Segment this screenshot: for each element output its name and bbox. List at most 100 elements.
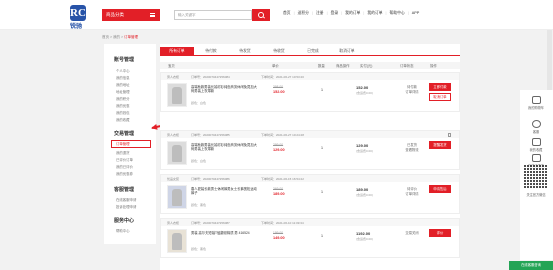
nav-login[interactable]: 登录: [331, 11, 339, 17]
nav-points[interactable]: 送积分: [298, 11, 309, 17]
order-date: 下单时间：2021-06-15 16:54:22: [261, 176, 304, 181]
order-card: 男人衣柜 订单号：2020070447256084 下单时间：2021-06-2…: [160, 72, 460, 112]
product-color: 颜色：白色: [191, 159, 207, 163]
sidebar-item[interactable]: 我的已评价: [116, 164, 133, 169]
support-tool[interactable]: 客服: [526, 120, 546, 134]
nav-app[interactable]: APP: [412, 11, 420, 17]
unit-price: 189.00: [273, 192, 285, 196]
sidebar-item[interactable]: 个人中心: [116, 68, 130, 73]
product-image[interactable]: [167, 141, 187, 165]
site-logo[interactable]: RC 锐驰: [68, 5, 100, 30]
col-price: 单价: [272, 64, 279, 68]
order-number: 订单号：2020070447256085: [191, 132, 230, 137]
sidebar-item[interactable]: 在线客服申请: [116, 197, 136, 202]
sidebar-item[interactable]: 我的退货: [116, 150, 130, 155]
order-header: 男人衣柜 订单号：2020070447256087 下单时间：2021-06-1…: [161, 219, 459, 226]
shop-name[interactable]: 男人衣柜: [167, 75, 179, 79]
crumb-home[interactable]: 首页: [102, 35, 109, 39]
shop-name[interactable]: 优品女装: [167, 177, 179, 181]
trash-icon[interactable]: [448, 132, 451, 137]
order-number: 订单号：2020070447256086: [191, 176, 230, 181]
original-price: 299.00: [273, 143, 284, 147]
nav-register[interactable]: 注册: [316, 11, 324, 17]
tab-unreceived[interactable]: 待收货: [262, 47, 296, 56]
crumb-sep-2: >: [121, 35, 124, 39]
order-status[interactable]: 交易关闭: [401, 231, 423, 236]
sidebar-item[interactable]: 我的优惠券: [116, 171, 133, 176]
shipping-note: (含运费0.00): [356, 149, 373, 153]
shipping-note: (含运费0.00): [356, 237, 373, 241]
total-paid: 189.00: [356, 187, 369, 192]
crumb-mine[interactable]: 我的: [113, 35, 120, 39]
sidebar-item[interactable]: 我的信息: [116, 75, 130, 80]
quantity: 1: [321, 88, 323, 92]
unit-price: 152.00: [273, 90, 285, 94]
order-date: 下单时间：2021-06-27 10:53:20: [261, 74, 304, 79]
order-status[interactable]: 待付款 订单详情: [401, 85, 423, 95]
sidebar-item[interactable]: 我的收藏: [116, 117, 130, 122]
product-image[interactable]: [167, 229, 187, 253]
tab-completed[interactable]: 已完成: [296, 47, 330, 56]
product-name[interactable]: 春人夏装长款男士休闲裤男女士长裤宽松运动裤子: [191, 187, 259, 196]
section-account: 账号管理: [114, 57, 135, 63]
menu-icon: [150, 13, 155, 17]
col-paid: 实付(元): [360, 64, 373, 68]
nav-orders-2[interactable]: 我的订单: [367, 11, 382, 17]
shop-name[interactable]: 男人衣柜: [167, 221, 179, 225]
col-ops: 商品操作: [336, 64, 350, 68]
sidebar-item[interactable]: 地址管理: [116, 89, 130, 94]
col-item: 宝贝: [168, 64, 175, 68]
cancel-order-button[interactable]: 取消订单: [429, 93, 451, 101]
favorites-tool[interactable]: 我的收藏: [526, 138, 546, 152]
remind-ship-button[interactable]: 提醒发货: [429, 141, 451, 149]
product-image[interactable]: [167, 83, 187, 107]
category-menu-button[interactable]: 商品分类: [102, 9, 160, 21]
section-help: 服务中心: [114, 218, 135, 224]
total-paid: 152.00: [356, 85, 369, 90]
order-header: 男人衣柜 订单号：2020070447256084 下单时间：2021-06-2…: [161, 73, 459, 80]
order-header: 优品女装 订单号：2020070447256086 下单时间：2021-06-1…: [161, 175, 459, 182]
sidebar-item[interactable]: 投诉处理申请: [116, 204, 136, 209]
sidebar-item[interactable]: 我的钱包: [116, 110, 130, 115]
tab-all[interactable]: 所有订单: [160, 47, 194, 56]
search-input[interactable]: 输入关键字: [174, 10, 252, 20]
col-qty: 数量: [318, 64, 325, 68]
wechat-label: 关注官方微信: [526, 193, 546, 197]
nav-help[interactable]: 帮助中心: [390, 11, 405, 17]
breadcrumb: 首页 > 我的 > 订单管理: [102, 35, 138, 40]
sidebar-item[interactable]: 帮助中心: [116, 228, 130, 233]
order-status[interactable]: 待评价 订单详情: [401, 187, 423, 197]
order-status[interactable]: 已发货 查看物流: [401, 143, 423, 153]
product-name[interactable]: 男装 高尔夫短袖T恤翻领棉质 男 416524: [191, 231, 259, 235]
cart-tool[interactable]: 我的购物车: [526, 96, 546, 110]
nav-home[interactable]: 首页: [283, 11, 291, 17]
tab-unshipped[interactable]: 待发货: [228, 47, 262, 56]
total-paid: 1192.00: [356, 231, 371, 236]
after-sale-button[interactable]: 申请售后: [429, 185, 451, 193]
sidebar-item[interactable]: 我的积分: [116, 96, 130, 101]
pay-now-button[interactable]: 立即付款: [429, 83, 451, 91]
tab-unpaid[interactable]: 待付款: [194, 47, 228, 56]
online-chat-button[interactable]: 在线客服咨询: [509, 261, 553, 270]
order-tabs: 所有订单 待付款 待发货 待收货 已完成 取消订单: [160, 47, 460, 56]
review-button[interactable]: 评价: [429, 229, 451, 237]
shipping-note: (含运费0.00): [356, 193, 373, 197]
sidebar-item[interactable]: 已评价订单: [116, 157, 133, 162]
sidebar-item[interactable]: 我的优惠: [116, 103, 130, 108]
col-status: 订单状态: [400, 64, 414, 68]
shop-name[interactable]: 男人衣柜: [167, 133, 179, 137]
tab-cancelled[interactable]: 取消订单: [330, 47, 364, 56]
original-price: 369.00: [273, 187, 284, 191]
product-image[interactable]: [167, 185, 187, 209]
product-name[interactable]: 高端秋款男装长袖衬衫纯色商务休闲免烫加大码男装上衣薄款: [191, 85, 259, 94]
cart-icon: [531, 96, 541, 104]
col-action: 操作: [430, 64, 437, 68]
sidebar-item-orders[interactable]: 订单管理: [111, 140, 151, 148]
top-nav: 首页 | 送积分 | 注册 | 登录 | 我的订单 | 我的订单 | 帮助中心 | APP: [283, 11, 420, 17]
search-button[interactable]: [252, 9, 270, 21]
section-service: 客服管理: [114, 187, 135, 193]
sidebar-item[interactable]: 我的地址: [116, 82, 130, 87]
nav-orders[interactable]: 我的订单: [345, 11, 360, 17]
product-color: 颜色：黑色: [191, 247, 207, 251]
product-name[interactable]: 高端秋款男装长袖衬衫纯色商务休闲免烫加大码男装上衣薄款: [191, 143, 259, 152]
